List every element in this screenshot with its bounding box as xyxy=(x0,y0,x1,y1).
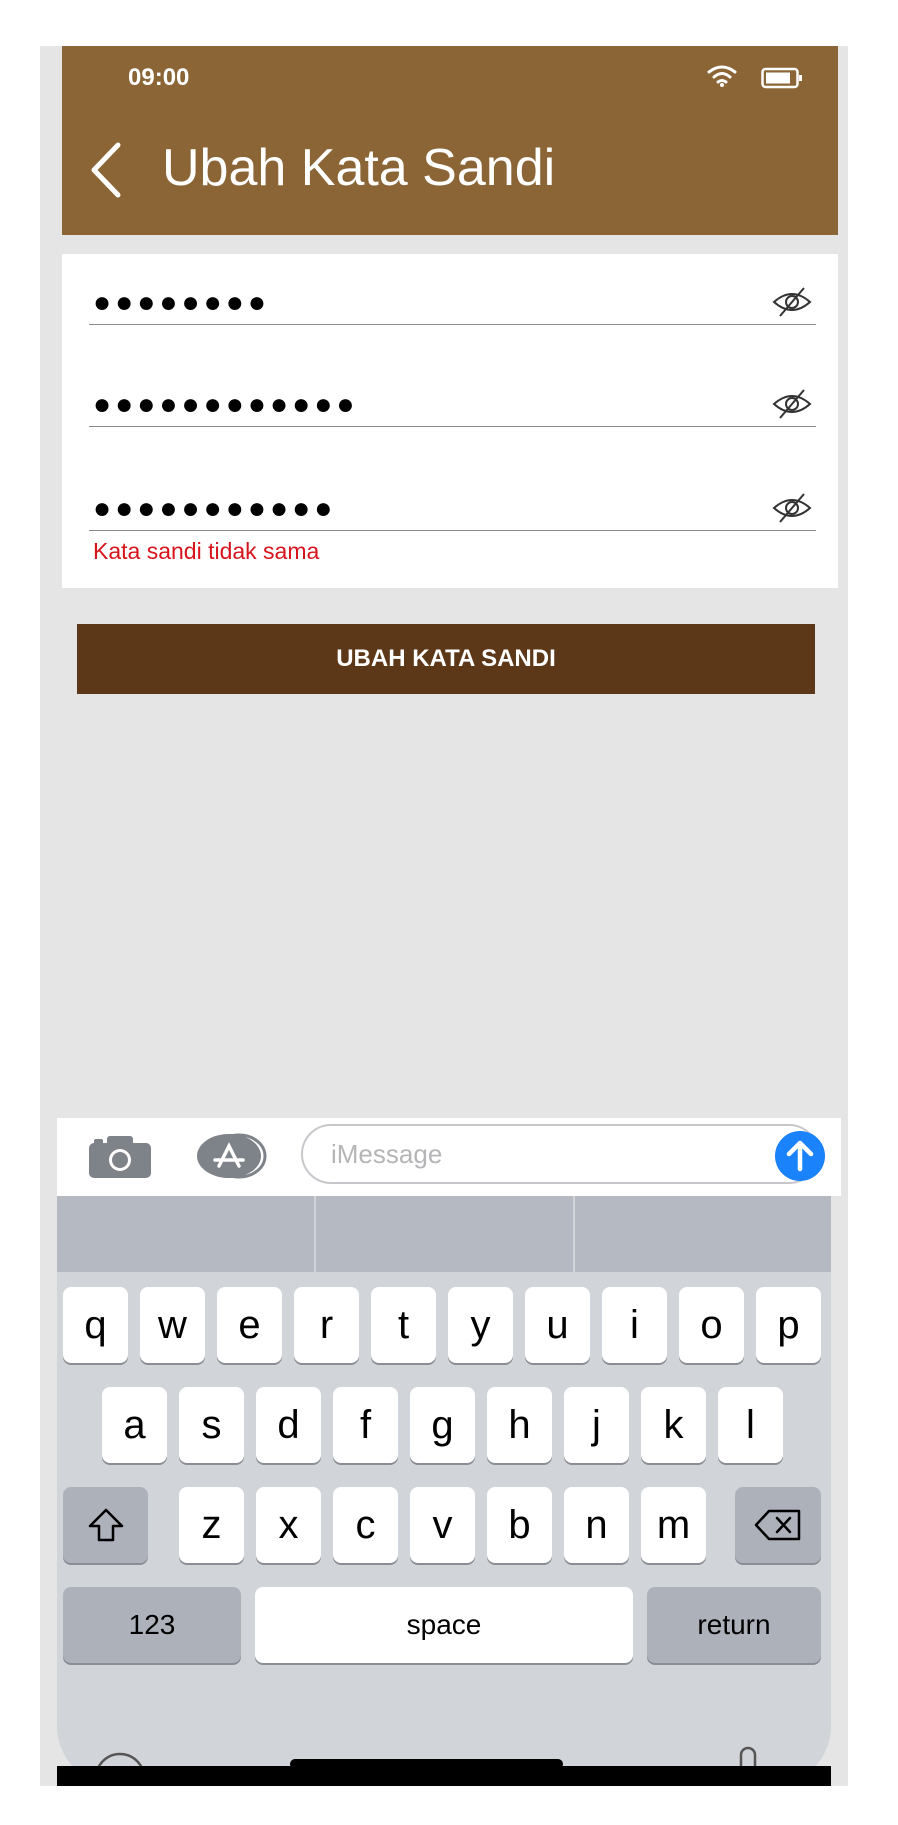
back-button[interactable] xyxy=(84,141,128,199)
key-z[interactable]: z xyxy=(179,1487,244,1563)
delete-key[interactable] xyxy=(735,1487,821,1563)
eye-slash-icon[interactable] xyxy=(772,492,812,524)
key-f[interactable]: f xyxy=(333,1387,398,1463)
new-password-field[interactable]: ●●●●●●●●●●●● xyxy=(89,376,816,427)
current-password-value: ●●●●●●●● xyxy=(93,286,270,319)
eye-slash-icon[interactable] xyxy=(772,388,812,420)
key-p[interactable]: p xyxy=(756,1287,821,1363)
imessage-bar: iMessage xyxy=(57,1118,841,1196)
space-key[interactable]: space xyxy=(255,1587,633,1663)
key-b[interactable]: b xyxy=(487,1487,552,1563)
key-w[interactable]: w xyxy=(140,1287,205,1363)
key-r[interactable]: r xyxy=(294,1287,359,1363)
camera-icon[interactable] xyxy=(87,1134,153,1180)
key-o[interactable]: o xyxy=(679,1287,744,1363)
key-c[interactable]: c xyxy=(333,1487,398,1563)
key-g[interactable]: g xyxy=(410,1387,475,1463)
return-key[interactable]: return xyxy=(647,1587,821,1663)
key-j[interactable]: j xyxy=(564,1387,629,1463)
app-store-icon[interactable] xyxy=(195,1132,269,1180)
key-n[interactable]: n xyxy=(564,1487,629,1563)
key-q[interactable]: q xyxy=(63,1287,128,1363)
key-t[interactable]: t xyxy=(371,1287,436,1363)
wifi-icon xyxy=(707,65,737,87)
key-h[interactable]: h xyxy=(487,1387,552,1463)
page-title: Ubah Kata Sandi xyxy=(162,139,556,197)
key-i[interactable]: i xyxy=(602,1287,667,1363)
home-indicator[interactable] xyxy=(290,1759,563,1769)
battery-icon xyxy=(761,67,802,89)
key-l[interactable]: l xyxy=(718,1387,783,1463)
key-y[interactable]: y xyxy=(448,1287,513,1363)
device-bottom-edge xyxy=(57,1766,831,1786)
confirm-password-value: ●●●●●●●●●●● xyxy=(93,492,337,525)
suggestion-divider xyxy=(573,1196,575,1272)
key-d[interactable]: d xyxy=(256,1387,321,1463)
suggestion-bar[interactable] xyxy=(57,1196,831,1272)
current-password-field[interactable]: ●●●●●●●● xyxy=(89,274,816,325)
new-password-value: ●●●●●●●●●●●● xyxy=(93,388,359,421)
key-a[interactable]: a xyxy=(102,1387,167,1463)
password-mismatch-error: Kata sandi tidak sama xyxy=(93,538,320,564)
key-u[interactable]: u xyxy=(525,1287,590,1363)
keyboard: q w e r t y u i o p a s d f g h j k l z … xyxy=(57,1196,831,1786)
change-password-button[interactable]: UBAH KATA SANDI xyxy=(77,624,815,694)
app-header: 09:00 Ubah Kata Sandi xyxy=(62,46,838,235)
suggestion-divider xyxy=(314,1196,316,1272)
app-frame: 09:00 Ubah Kata Sandi ●●●●●●●● ●●●●●●●●●… xyxy=(40,46,848,1786)
key-v[interactable]: v xyxy=(410,1487,475,1563)
key-x[interactable]: x xyxy=(256,1487,321,1563)
send-button[interactable] xyxy=(775,1131,825,1181)
numbers-key[interactable]: 123 xyxy=(63,1587,241,1663)
password-form: ●●●●●●●● ●●●●●●●●●●●● ●●●●●●●●●●● Kata s… xyxy=(62,254,838,588)
key-m[interactable]: m xyxy=(641,1487,706,1563)
shift-key[interactable] xyxy=(63,1487,148,1563)
confirm-password-field[interactable]: ●●●●●●●●●●● xyxy=(89,480,816,531)
shift-icon xyxy=(88,1508,123,1542)
status-time: 09:00 xyxy=(128,64,190,91)
arrow-up-icon xyxy=(786,1140,814,1172)
key-s[interactable]: s xyxy=(179,1387,244,1463)
key-k[interactable]: k xyxy=(641,1387,706,1463)
eye-slash-icon[interactable] xyxy=(772,286,812,318)
key-e[interactable]: e xyxy=(217,1287,282,1363)
backspace-icon xyxy=(754,1509,801,1541)
imessage-input[interactable]: iMessage xyxy=(301,1124,819,1184)
